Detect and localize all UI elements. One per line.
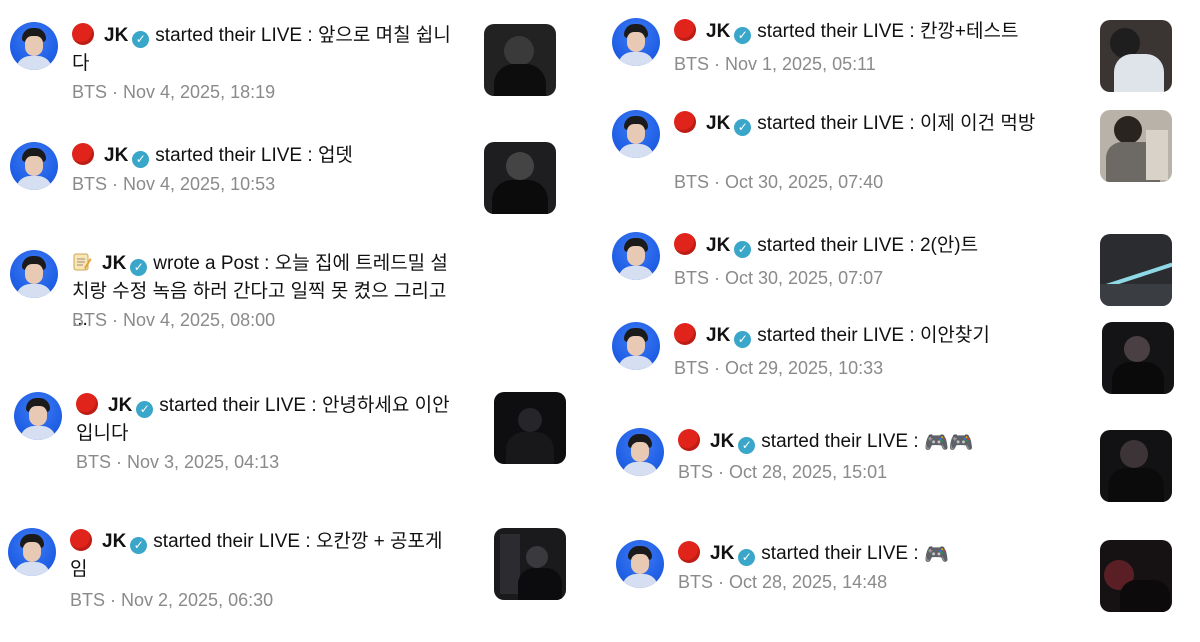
thumbnail[interactable] xyxy=(1100,430,1172,502)
notification-item[interactable]: JK ✓ started their LIVE : 앞으로 며칠 쉽니다 BTS ·… xyxy=(10,22,570,122)
live-dot-icon xyxy=(674,233,696,255)
live-dot-icon xyxy=(674,323,696,345)
action-text: wrote a Post : xyxy=(153,253,270,274)
author-name[interactable]: JK xyxy=(102,253,126,274)
notification-item[interactable]: JK ✓ started their LIVE : 칸깡+테스트 BTS · Nov… xyxy=(612,18,1172,118)
action-text: started their LIVE : xyxy=(761,543,919,564)
post-text: 🎮 xyxy=(923,544,949,566)
author-name[interactable]: JK xyxy=(104,25,128,46)
meta-text: BTS · Nov 4, 2025, 10:53 xyxy=(72,174,276,194)
action-text: started their LIVE : xyxy=(153,531,311,552)
notification-item[interactable]: JK ✓ started their LIVE : 2(안)트 BTS · Oct … xyxy=(612,232,1172,332)
action-text: started their LIVE : xyxy=(155,145,313,166)
author-name[interactable]: JK xyxy=(710,543,734,564)
notification-item[interactable]: JK ✓ started their LIVE : 업뎃 BTS · Nov 4, … xyxy=(10,142,570,242)
avatar[interactable] xyxy=(612,110,660,158)
meta-text: BTS · Oct 30, 2025, 07:07 xyxy=(674,268,884,288)
live-dot-icon xyxy=(674,111,696,133)
thumbnail[interactable] xyxy=(1100,234,1172,306)
meta-text: BTS · Nov 4, 2025, 18:19 xyxy=(72,82,276,102)
meta-text: BTS · Oct 30, 2025, 07:40 xyxy=(674,172,884,192)
thumbnail[interactable] xyxy=(1100,110,1172,182)
notification-item[interactable]: JK ✓ started their LIVE : 이안찾기 BTS · Oct 2… xyxy=(612,322,1174,422)
author-name[interactable]: JK xyxy=(102,531,126,552)
action-text: started their LIVE : xyxy=(761,431,919,452)
live-dot-icon xyxy=(678,541,700,563)
verified-icon: ✓ xyxy=(130,537,148,554)
thumbnail[interactable] xyxy=(1100,20,1172,92)
thumbnail[interactable] xyxy=(494,528,566,600)
author-name[interactable]: JK xyxy=(108,395,132,416)
verified-icon: ✓ xyxy=(738,549,756,566)
verified-icon: ✓ xyxy=(132,31,150,48)
meta-text: BTS · Nov 3, 2025, 04:13 xyxy=(76,452,280,472)
action-text: started their LIVE : xyxy=(757,235,915,256)
avatar[interactable] xyxy=(612,322,660,370)
notification-item[interactable]: JK ✓ started their LIVE : 🎮🎮 BTS · Oct 28,… xyxy=(616,428,1176,528)
live-dot-icon xyxy=(678,429,700,451)
author-name[interactable]: JK xyxy=(706,21,730,42)
avatar[interactable] xyxy=(10,142,58,190)
notification-item[interactable]: JK ✓ started their LIVE : 안녕하세요 이안입니다 BTS … xyxy=(14,392,574,492)
thumbnail[interactable] xyxy=(494,392,566,464)
author-name[interactable]: JK xyxy=(706,235,730,256)
thumbnail[interactable] xyxy=(484,24,556,96)
action-text: started their LIVE : xyxy=(159,395,317,416)
verified-icon: ✓ xyxy=(136,401,154,418)
verified-icon: ✓ xyxy=(734,27,752,44)
verified-icon: ✓ xyxy=(734,331,752,348)
live-dot-icon xyxy=(674,19,696,41)
post-text: 이안찾기 xyxy=(919,325,990,346)
action-text: started their LIVE : xyxy=(757,21,915,42)
verified-icon: ✓ xyxy=(132,151,150,168)
thumbnail[interactable] xyxy=(484,142,556,214)
thumbnail[interactable] xyxy=(1102,322,1174,394)
post-text: 업뎃 xyxy=(317,145,353,166)
avatar[interactable] xyxy=(8,528,56,576)
avatar[interactable] xyxy=(10,22,58,70)
action-text: started their LIVE : xyxy=(757,325,915,346)
thumbnail[interactable] xyxy=(1100,540,1172,612)
live-dot-icon xyxy=(76,393,98,415)
meta-text: BTS · Nov 2, 2025, 06:30 xyxy=(70,590,274,610)
avatar[interactable] xyxy=(612,232,660,280)
avatar[interactable] xyxy=(10,250,58,298)
live-dot-icon xyxy=(70,529,92,551)
post-text: 이제 이건 먹방 xyxy=(919,113,1036,134)
post-text: 칸깡+테스트 xyxy=(919,21,1019,42)
notification-item[interactable]: JK ✓ started their LIVE : 오칸깡 + 공포게임 BTS ·… xyxy=(8,528,568,628)
notification-item[interactable]: JK ✓ started their LIVE : 이제 이건 먹방 BTS · O… xyxy=(612,110,1172,210)
avatar[interactable] xyxy=(612,18,660,66)
verified-icon: ✓ xyxy=(738,437,756,454)
meta-text: BTS · Nov 4, 2025, 08:00 xyxy=(72,310,276,330)
avatar[interactable] xyxy=(14,392,62,440)
avatar[interactable] xyxy=(616,428,664,476)
avatar[interactable] xyxy=(616,540,664,588)
post-text: 🎮🎮 xyxy=(923,432,974,454)
meta-text: BTS · Oct 28, 2025, 14:48 xyxy=(678,572,888,592)
meta-text: BTS · Oct 28, 2025, 15:01 xyxy=(678,462,888,482)
author-name[interactable]: JK xyxy=(706,325,730,346)
verified-icon: ✓ xyxy=(734,241,752,258)
post-text: 2(안)트 xyxy=(919,235,979,256)
meta-text: BTS · Nov 1, 2025, 05:11 xyxy=(674,54,876,74)
author-name[interactable]: JK xyxy=(710,431,734,452)
memo-icon xyxy=(72,252,92,272)
meta-text: BTS · Oct 29, 2025, 10:33 xyxy=(674,358,884,378)
verified-icon: ✓ xyxy=(734,119,752,136)
verified-icon: ✓ xyxy=(130,259,148,276)
action-text: started their LIVE : xyxy=(757,113,915,134)
live-dot-icon xyxy=(72,143,94,165)
notification-item[interactable]: JK ✓ started their LIVE : 🎮 BTS · Oct 28, … xyxy=(616,540,1176,640)
author-name[interactable]: JK xyxy=(104,145,128,166)
live-dot-icon xyxy=(72,23,94,45)
notification-item[interactable]: JK ✓ wrote a Post : 오늘 집에 트레드밀 설치랑 수정 녹음 하… xyxy=(10,250,570,350)
action-text: started their LIVE : xyxy=(155,25,313,46)
author-name[interactable]: JK xyxy=(706,113,730,134)
